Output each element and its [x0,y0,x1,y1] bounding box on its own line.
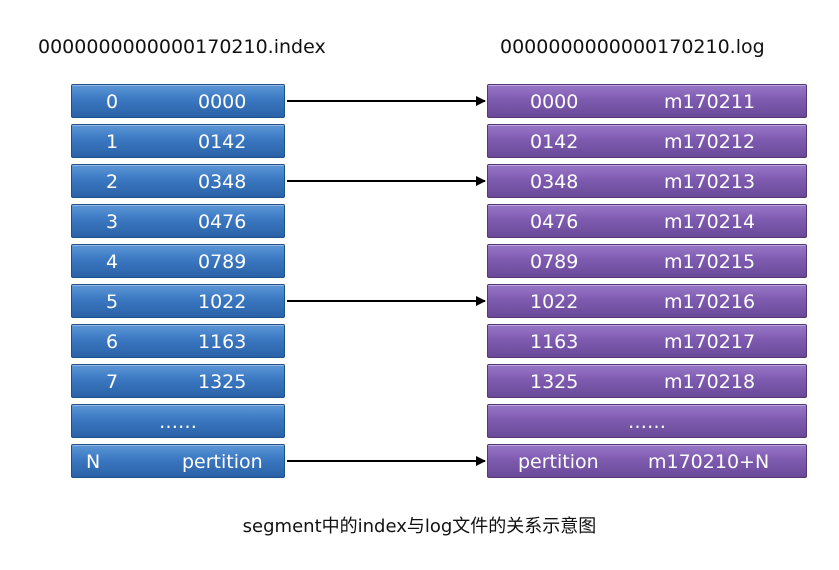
mapping-arrows [287,96,486,466]
diagram-caption: segment中的index与log文件的关系示意图 [242,516,597,537]
